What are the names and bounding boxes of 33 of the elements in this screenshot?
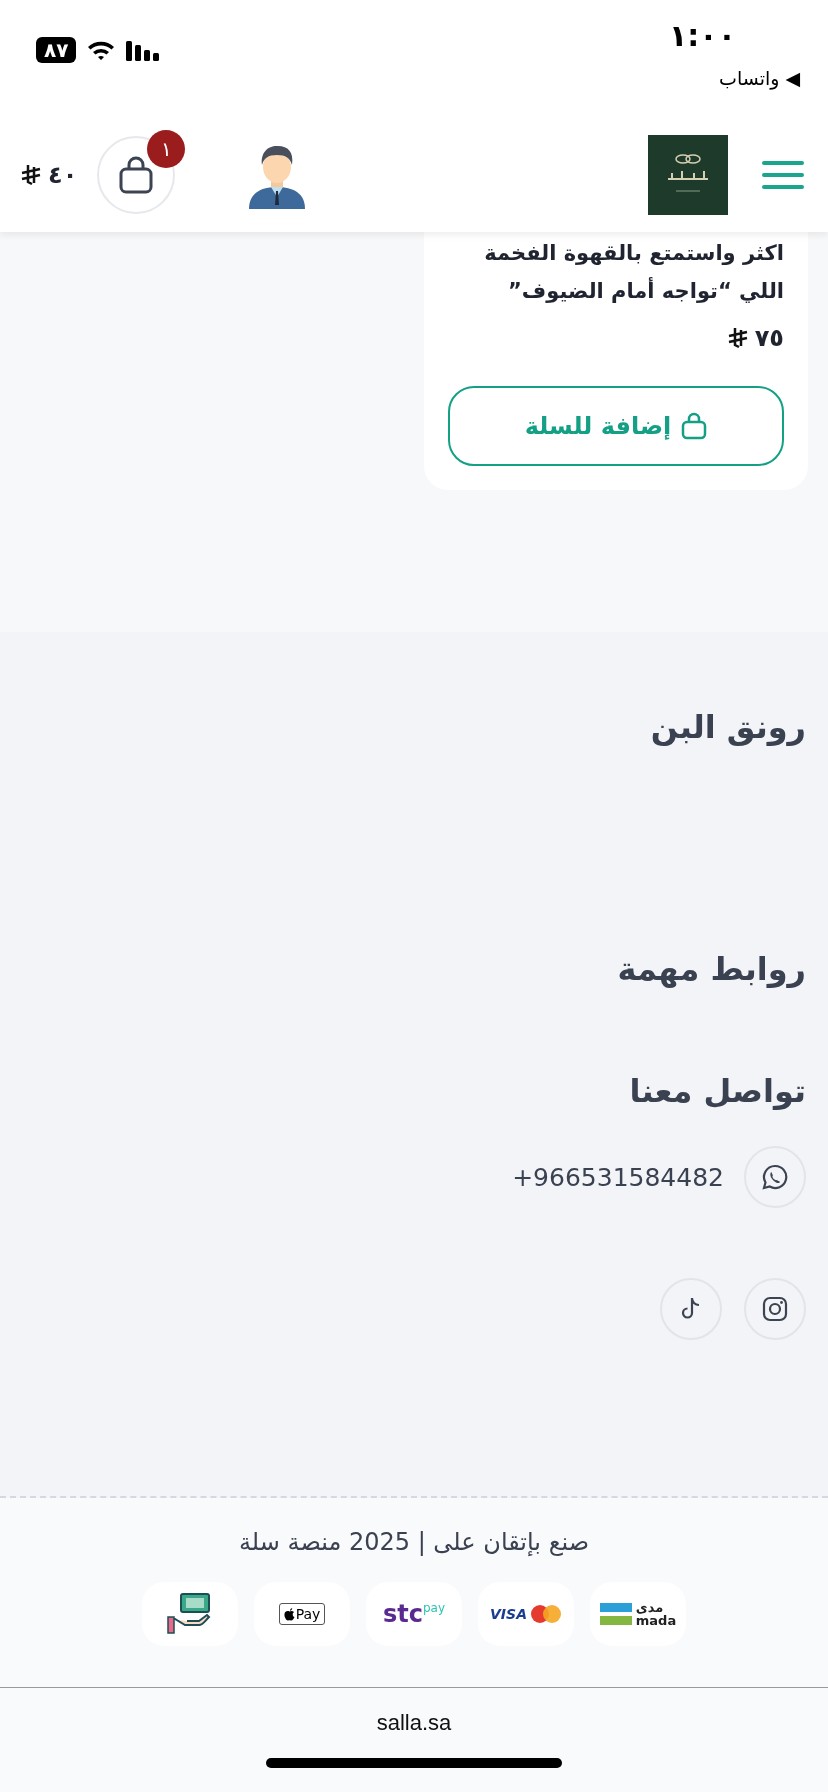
menu-icon[interactable] xyxy=(762,159,804,191)
mastercard-icon xyxy=(530,1604,562,1624)
mada-text: mada xyxy=(635,1614,677,1627)
contact-heading: تواصل معنا xyxy=(629,1072,806,1110)
wifi-icon xyxy=(86,39,117,61)
whatsapp-icon[interactable] xyxy=(744,1146,806,1208)
mada-arabic-text: مدى xyxy=(635,1601,665,1614)
mada-stripes-icon xyxy=(599,1603,632,1625)
instagram-icon[interactable] xyxy=(744,1278,806,1340)
footer-credit-text: صنع بإتقان على | 2025 منصة سلة xyxy=(238,1528,590,1556)
cart-count-badge: ١ xyxy=(147,130,186,168)
back-arrow[interactable]: ◀ xyxy=(785,67,800,89)
store-name-heading: رونق البن xyxy=(650,708,806,746)
apple-icon xyxy=(283,1607,295,1621)
product-price: ٧٥ xyxy=(754,324,784,352)
status-time: ١:٠٠ xyxy=(669,18,736,53)
back-to-app-link[interactable]: واتساب xyxy=(719,67,780,89)
cart-total: ٤٠ xyxy=(48,161,78,189)
apple-pay-text: Pay xyxy=(295,1606,321,1622)
visa-text: VISA xyxy=(490,1606,527,1622)
stc-text: stc xyxy=(382,1601,423,1627)
url-text[interactable]: salla.sa xyxy=(376,1710,452,1736)
cash-hand-icon xyxy=(167,1593,213,1635)
product-description-line: اللي “تواجه أمام الضيوف” xyxy=(508,276,784,305)
battery-indicator: ٨٧ xyxy=(36,37,77,63)
product-description-line: اكثر واستمتع بالقهوة الفخمة xyxy=(484,240,784,267)
shopping-bag-icon xyxy=(681,412,708,440)
pay-text: pay xyxy=(422,1601,446,1615)
store-logo[interactable] xyxy=(648,135,728,215)
links-heading: روابط مهمة xyxy=(617,950,806,988)
tiktok-icon[interactable] xyxy=(660,1278,722,1340)
phone-number-link[interactable]: +966531584482 xyxy=(512,1162,724,1192)
shopping-bag-icon xyxy=(118,155,155,195)
